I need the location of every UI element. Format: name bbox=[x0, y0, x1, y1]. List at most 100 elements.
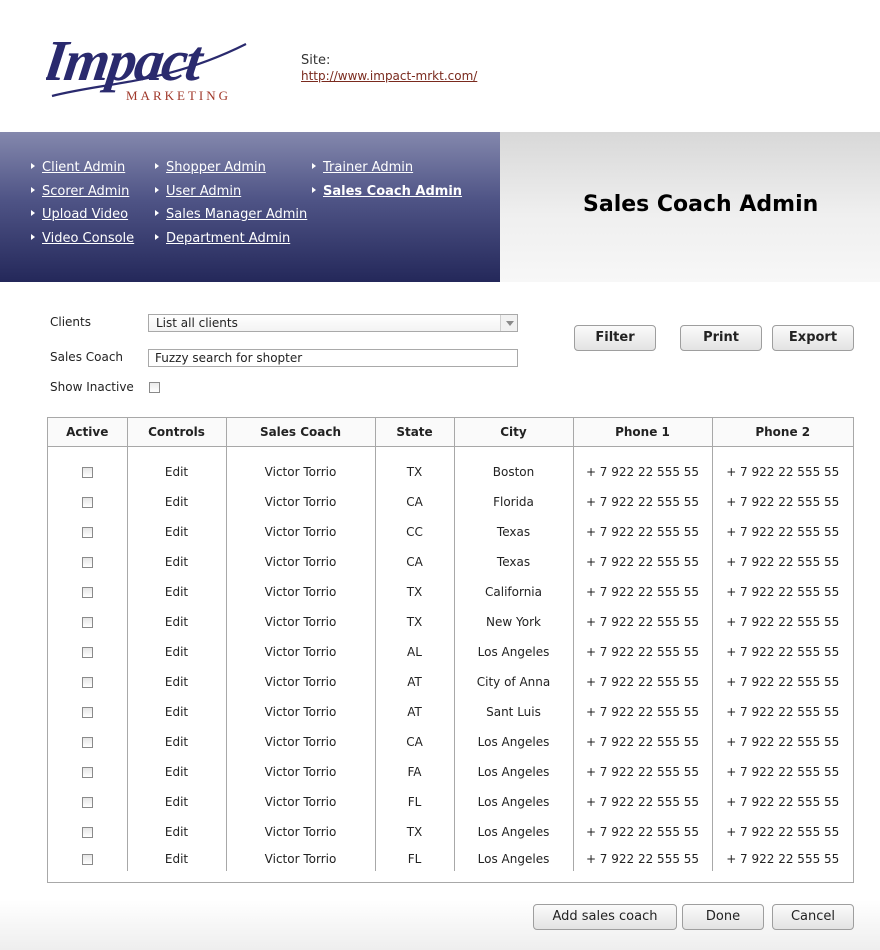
city-cell: Texas bbox=[454, 517, 574, 547]
sales-coach-search-input[interactable] bbox=[148, 349, 518, 367]
active-checkbox[interactable] bbox=[81, 797, 93, 808]
city-cell: Los Angeles bbox=[454, 817, 574, 847]
nav-item-trainer-admin[interactable]: Trainer Admin bbox=[312, 160, 462, 184]
nav-item-sales-coach-admin[interactable]: Sales Coach Admin bbox=[312, 184, 462, 208]
active-checkbox[interactable] bbox=[81, 557, 93, 568]
sales-coach-cell: Victor Torrio bbox=[226, 697, 376, 727]
edit-link[interactable]: Edit bbox=[127, 577, 227, 607]
export-button[interactable]: Export bbox=[772, 325, 854, 351]
header: Impact MARKETING Site: http://www.impact… bbox=[0, 0, 880, 132]
column-header-active[interactable]: Active bbox=[48, 418, 128, 447]
nav-item-sales-manager-admin[interactable]: Sales Manager Admin bbox=[155, 207, 307, 231]
nav-item-video-console[interactable]: Video Console bbox=[31, 231, 134, 255]
edit-link[interactable]: Edit bbox=[127, 727, 227, 757]
active-cell bbox=[48, 637, 128, 667]
phone-2-cell: + 7 922 22 555 55 bbox=[726, 525, 840, 539]
phone-1-cell: + 7 922 22 555 55 bbox=[573, 817, 713, 847]
table-row: Edit Victor Torrio FL Los Angeles + 7 922 22… bbox=[48, 787, 853, 817]
phone-2-cell: + 7 922 22 555 55 bbox=[726, 675, 840, 689]
edit-link[interactable]: Edit bbox=[127, 787, 227, 817]
active-checkbox[interactable] bbox=[81, 677, 93, 688]
column-header-controls[interactable]: Controls bbox=[127, 418, 227, 447]
site-link[interactable]: http://www.impact-mrkt.com/ bbox=[301, 69, 477, 83]
nav-item-scorer-admin[interactable]: Scorer Admin bbox=[31, 184, 134, 208]
bullet-icon bbox=[155, 186, 159, 193]
active-checkbox[interactable] bbox=[81, 497, 93, 508]
logo-wordmark: Impact bbox=[46, 28, 208, 93]
bullet-icon bbox=[155, 210, 159, 216]
city-cell: City of Anna bbox=[454, 667, 574, 697]
nav-item-department-admin[interactable]: Department Admin bbox=[155, 231, 307, 255]
state-cell: FL bbox=[375, 847, 455, 871]
state-cell: CA bbox=[375, 727, 455, 757]
column-header-sales-coach[interactable]: Sales Coach bbox=[226, 418, 376, 447]
edit-link[interactable]: Edit bbox=[127, 517, 227, 547]
table-row: Edit Victor Torrio FL Los Angeles + 7 922 22… bbox=[48, 847, 853, 871]
edit-link[interactable]: Edit bbox=[127, 697, 227, 727]
table-row: Edit Victor Torrio CA Texas + 7 922 22 555 5… bbox=[48, 547, 853, 577]
active-checkbox[interactable] bbox=[81, 767, 93, 778]
show-inactive-checkbox[interactable] bbox=[149, 382, 160, 393]
city-cell: Los Angeles bbox=[454, 757, 574, 787]
clients-dropdown[interactable]: List all clients bbox=[148, 314, 518, 332]
state-cell: TX bbox=[375, 607, 455, 637]
sales-coach-table: Active Controls Sales Coach State City P… bbox=[47, 417, 854, 883]
edit-link[interactable]: Edit bbox=[127, 457, 227, 487]
bullet-icon bbox=[155, 233, 159, 240]
state-cell: AT bbox=[375, 667, 455, 697]
column-header-phone-2[interactable]: Phone 2 bbox=[712, 418, 853, 447]
phone-2-cell: + 7 922 22 555 55 bbox=[726, 645, 840, 659]
active-checkbox[interactable] bbox=[81, 827, 93, 838]
phone-1-cell: + 7 922 22 555 55 bbox=[573, 727, 713, 757]
active-checkbox[interactable] bbox=[81, 647, 93, 658]
nav-item-user-admin[interactable]: User Admin bbox=[155, 184, 307, 208]
edit-link[interactable]: Edit bbox=[127, 817, 227, 847]
impact-marketing-logo[interactable]: Impact MARKETING bbox=[39, 22, 256, 108]
sales-coach-cell: Victor Torrio bbox=[226, 547, 376, 577]
active-checkbox[interactable] bbox=[81, 467, 93, 478]
column-header-city[interactable]: City bbox=[454, 418, 574, 447]
table-row: Edit Victor Torrio AL Los Angeles + 7 922 22… bbox=[48, 637, 853, 667]
sales-coach-cell: Victor Torrio bbox=[226, 757, 376, 787]
active-checkbox[interactable] bbox=[81, 707, 93, 718]
active-checkbox[interactable] bbox=[81, 854, 93, 865]
edit-link[interactable]: Edit bbox=[127, 847, 227, 871]
state-cell: FL bbox=[375, 787, 455, 817]
active-cell bbox=[48, 787, 128, 817]
done-button[interactable]: Done bbox=[682, 904, 764, 930]
bullet-icon bbox=[312, 186, 316, 193]
column-header-state[interactable]: State bbox=[375, 418, 455, 447]
bullet-icon bbox=[31, 210, 35, 216]
table-row: Edit Victor Torrio TX New York + 7 922 22 55… bbox=[48, 607, 853, 637]
show-inactive-label: Show Inactive bbox=[50, 380, 134, 394]
column-header-phone-1[interactable]: Phone 1 bbox=[573, 418, 713, 447]
table-row: Edit Victor Torrio TX Los Angeles + 7 922 22… bbox=[48, 817, 853, 847]
nav-item-upload-video[interactable]: Upload Video bbox=[31, 207, 134, 231]
dropdown-toggle[interactable] bbox=[500, 315, 517, 331]
active-checkbox[interactable] bbox=[81, 617, 93, 628]
page-title: Sales Coach Admin bbox=[583, 192, 819, 217]
phone-1-cell: + 7 922 22 555 55 bbox=[573, 757, 713, 787]
edit-link[interactable]: Edit bbox=[127, 637, 227, 667]
phone-2-cell: + 7 922 22 555 55 bbox=[726, 495, 840, 509]
edit-link[interactable]: Edit bbox=[127, 487, 227, 517]
print-button[interactable]: Print bbox=[680, 325, 762, 351]
edit-link[interactable]: Edit bbox=[127, 667, 227, 697]
edit-link[interactable]: Edit bbox=[127, 607, 227, 637]
active-checkbox[interactable] bbox=[81, 527, 93, 538]
cancel-button[interactable]: Cancel bbox=[772, 904, 854, 930]
sales-coach-cell: Victor Torrio bbox=[226, 727, 376, 757]
active-cell bbox=[48, 847, 128, 871]
edit-link[interactable]: Edit bbox=[127, 547, 227, 577]
logo-graphic: Impact MARKETING bbox=[39, 28, 247, 103]
active-checkbox[interactable] bbox=[81, 587, 93, 598]
nav-item-shopper-admin[interactable]: Shopper Admin bbox=[155, 160, 307, 184]
active-cell bbox=[48, 547, 128, 577]
filter-button[interactable]: Filter bbox=[574, 325, 656, 351]
nav-item-client-admin[interactable]: Client Admin bbox=[31, 160, 134, 184]
phone-1-cell: + 7 922 22 555 55 bbox=[573, 577, 713, 607]
active-cell bbox=[48, 727, 128, 757]
add-sales-coach-button[interactable]: Add sales coach bbox=[533, 904, 677, 930]
edit-link[interactable]: Edit bbox=[127, 757, 227, 787]
active-checkbox[interactable] bbox=[81, 737, 93, 748]
